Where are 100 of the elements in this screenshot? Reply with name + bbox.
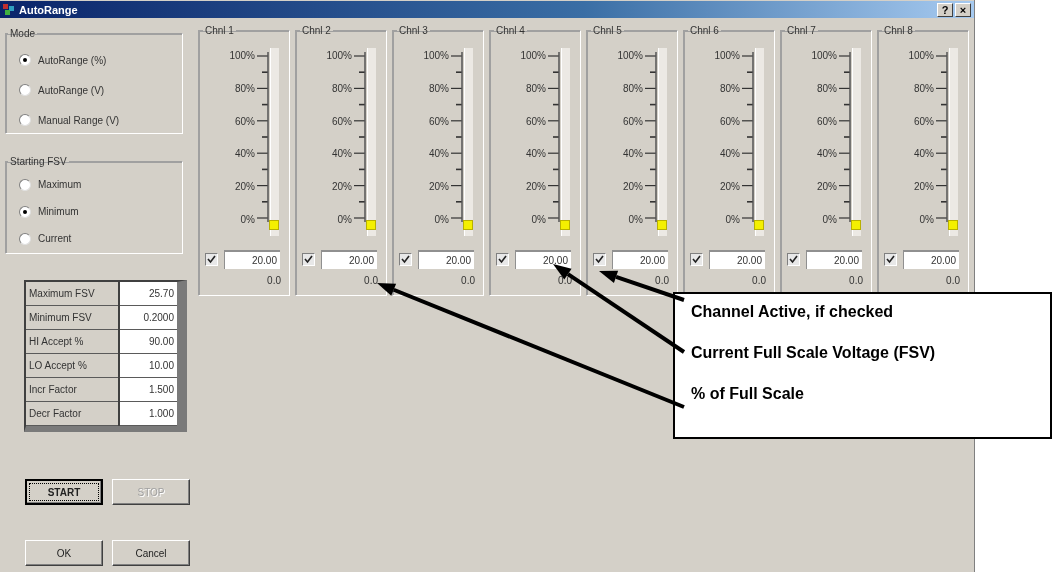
scale-label: 80% [235,82,255,95]
checkbox[interactable] [496,253,509,266]
scale-label: 20% [332,181,352,194]
table-cell: LO Accept % [26,353,119,378]
checkbox[interactable] [884,253,897,266]
scale-label: 100% [520,50,546,62]
help-button[interactable]: ? [937,2,953,17]
slider[interactable] [367,48,376,236]
scale-label: 40% [235,148,255,161]
radio-button[interactable] [19,178,31,191]
checkbox[interactable] [787,253,800,266]
slider-thumb[interactable] [463,220,473,230]
scale-label: 60% [914,115,934,128]
checkbox[interactable] [205,253,218,266]
percent-value: 0.0 [460,275,476,286]
option-label[interactable]: Maximum [38,179,82,190]
percent-value: 0.0 [751,275,767,286]
scale-label: 60% [720,115,740,128]
callout-text: Current Full Scale Voltage (FSV) [691,344,937,362]
scale-label: 60% [526,115,546,128]
start-button[interactable]: START [25,479,103,505]
scale-label: 80% [623,82,643,95]
scale-label: 80% [526,82,546,95]
scale-label: 0% [337,214,352,226]
group-title: Mode [9,28,36,39]
scale-label: 40% [817,148,837,161]
option-label[interactable]: AutoRange (%) [38,54,107,66]
scale-label: 100% [423,50,449,62]
table-cell[interactable]: 25.70 [119,282,177,306]
slider[interactable] [852,48,861,236]
radio-button[interactable] [19,205,31,218]
scale-label: 80% [720,82,740,95]
input-field[interactable]: 20.00 [418,250,474,269]
ok-button[interactable]: OK [25,540,103,566]
radio-button[interactable] [19,114,31,126]
close-button[interactable]: × [955,2,971,17]
slider-thumb[interactable] [754,220,764,230]
table-cell: Minimum FSV [26,305,119,330]
scale-label: 20% [817,181,837,194]
app-icon [3,3,15,16]
channel-title: Chnl 8 [883,25,914,36]
percent-value: 0.0 [363,275,379,286]
scale-label: 0% [822,214,837,226]
checkbox[interactable] [302,253,315,266]
input-field[interactable]: 20.00 [515,250,571,269]
checkbox[interactable] [593,253,606,266]
scale-label: 20% [235,181,255,194]
slider-thumb[interactable] [366,220,376,230]
input-field[interactable]: 20.00 [903,250,959,269]
percent-value: 0.0 [945,275,961,286]
channel-title: Chnl 4 [495,25,526,36]
input-field[interactable]: 20.00 [224,250,280,269]
cancel-button[interactable]: Cancel [112,540,190,566]
scale-label: 0% [240,214,255,226]
radio-button[interactable] [19,232,31,245]
table-cell: Incr Factor [26,377,119,402]
scale-label: 20% [623,181,643,194]
scale-label: 20% [429,181,449,194]
slider-thumb[interactable] [657,220,667,230]
slider-thumb[interactable] [560,220,570,230]
scale-label: 100% [811,50,837,62]
scale-label: 100% [326,50,352,62]
channel-title: Chnl 5 [592,25,623,36]
slider[interactable] [464,48,473,236]
option-label[interactable]: Manual Range (V) [38,114,120,126]
scale-label: 0% [434,214,449,226]
slider[interactable] [270,48,279,236]
slider[interactable] [755,48,764,236]
input-field[interactable]: 20.00 [612,250,668,269]
option-label[interactable]: Current [38,233,72,244]
scale-label: 80% [429,82,449,95]
scale-label: 0% [919,214,934,226]
scale-label: 40% [526,148,546,161]
slider[interactable] [949,48,958,236]
scale-label: 80% [332,82,352,95]
slider-thumb[interactable] [269,220,279,230]
checkbox[interactable] [690,253,703,266]
radio-button[interactable] [19,84,31,96]
channel-title: Chnl 7 [786,25,817,36]
checkbox[interactable] [399,253,412,266]
callout-text: Channel Active, if checked [691,303,895,321]
option-label[interactable]: AutoRange (V) [38,84,105,96]
slider[interactable] [561,48,570,236]
callout-text: % of Full Scale [691,385,805,403]
scale-label: 40% [720,148,740,161]
scale-label: 0% [628,214,643,226]
slider-thumb[interactable] [851,220,861,230]
input-field[interactable]: 20.00 [321,250,377,269]
input-field[interactable]: 20.00 [709,250,765,269]
slider-thumb[interactable] [948,220,958,230]
channel-title: Chnl 2 [301,25,332,36]
percent-value: 0.0 [848,275,864,286]
radio-button[interactable] [19,54,31,66]
scale-label: 0% [531,214,546,226]
slider[interactable] [658,48,667,236]
scale-label: 80% [817,82,837,95]
scale-label: 40% [332,148,352,161]
scale-label: 60% [332,115,352,128]
option-label[interactable]: Minimum [38,206,79,217]
input-field[interactable]: 20.00 [806,250,862,269]
